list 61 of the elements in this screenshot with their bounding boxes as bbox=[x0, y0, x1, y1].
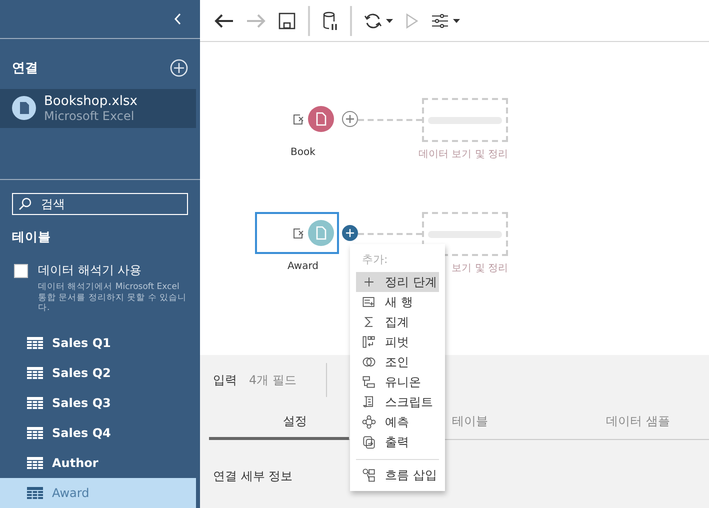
panel-tab[interactable]: 설정 bbox=[209, 405, 349, 440]
field-count: 4개 필드 bbox=[249, 372, 296, 388]
menu-item[interactable]: 피벗 bbox=[356, 332, 439, 352]
caret-icon[interactable] bbox=[386, 18, 393, 22]
panel-title: 입력 bbox=[213, 372, 237, 388]
menu-item[interactable]: 새 행 bbox=[356, 292, 439, 312]
table-item[interactable]: Sales Q3 bbox=[0, 388, 196, 418]
pivot-icon bbox=[361, 334, 377, 350]
insert-flow-icon bbox=[361, 467, 377, 483]
menu-heading: 추가: bbox=[361, 252, 389, 268]
refresh-button[interactable] bbox=[364, 12, 393, 30]
placeholder-label: 데이터 보기 및 정리 bbox=[418, 148, 508, 161]
interpreter-description: 데이터 해석기에서 Microsoft Excel 통합 문서를 정리하지 못할 수 있습니다. bbox=[38, 282, 188, 314]
input-node[interactable] bbox=[255, 212, 339, 254]
edit-icon[interactable] bbox=[293, 114, 304, 124]
add-icon[interactable] bbox=[170, 58, 188, 77]
menu-item[interactable]: 예측 bbox=[356, 412, 439, 432]
view-button[interactable] bbox=[431, 14, 460, 28]
table-item[interactable]: Sales Q4 bbox=[0, 418, 196, 448]
add-step-icon[interactable] bbox=[342, 225, 358, 241]
save-button[interactable] bbox=[278, 12, 296, 30]
table-icon bbox=[27, 427, 43, 440]
search-icon bbox=[18, 197, 32, 212]
connection-item[interactable]: Bookshop.xlsx Microsoft Excel bbox=[0, 88, 196, 128]
union-icon bbox=[361, 374, 377, 390]
table-item[interactable]: Sales Q1 bbox=[0, 328, 196, 358]
menu-item[interactable]: 스크립트 bbox=[356, 392, 439, 412]
node-label: Award bbox=[286, 261, 320, 272]
search-field[interactable]: 검색 bbox=[12, 193, 188, 216]
table-icon bbox=[27, 337, 43, 350]
menu-item[interactable]: 흐름 삽입 bbox=[356, 465, 439, 485]
checkbox-label: 데이터 해석기 사용 bbox=[38, 262, 143, 280]
table-item[interactable]: Sales Q2 bbox=[0, 358, 196, 388]
new-rows-icon bbox=[361, 294, 377, 310]
tables-heading: 테이블 bbox=[11, 228, 52, 246]
menu-item[interactable]: 정리 단계 bbox=[356, 272, 439, 292]
back-button[interactable] bbox=[214, 12, 234, 28]
checkbox[interactable] bbox=[14, 264, 28, 278]
connection-name: Bookshop.xlsx bbox=[44, 94, 138, 109]
table-icon bbox=[27, 487, 43, 500]
caret-icon[interactable] bbox=[453, 18, 460, 22]
table-icon bbox=[27, 397, 43, 410]
connection-type: Microsoft Excel bbox=[44, 108, 136, 123]
predict-icon bbox=[361, 414, 377, 430]
connections-heading: 연결 bbox=[12, 60, 38, 77]
collapse-icon[interactable] bbox=[174, 12, 182, 25]
node-label: Book bbox=[290, 147, 316, 158]
table-icon bbox=[27, 457, 43, 470]
add-step-icon[interactable] bbox=[342, 111, 358, 127]
pause-data-button[interactable] bbox=[322, 10, 338, 30]
edit-icon[interactable] bbox=[293, 228, 304, 238]
file-icon bbox=[12, 96, 36, 120]
output-icon bbox=[361, 434, 377, 450]
menu-item[interactable]: 유니온 bbox=[356, 372, 439, 392]
table-icon bbox=[27, 367, 43, 380]
placeholder-label: 보기 및 정리 bbox=[452, 262, 508, 275]
table-item[interactable]: Author bbox=[0, 448, 196, 478]
section-heading: 연결 세부 정보 bbox=[213, 468, 293, 485]
menu-item[interactable]: 출력 bbox=[356, 432, 439, 452]
menu-item[interactable]: 집계 bbox=[356, 312, 439, 332]
menu-item[interactable]: 조인 bbox=[356, 352, 439, 372]
